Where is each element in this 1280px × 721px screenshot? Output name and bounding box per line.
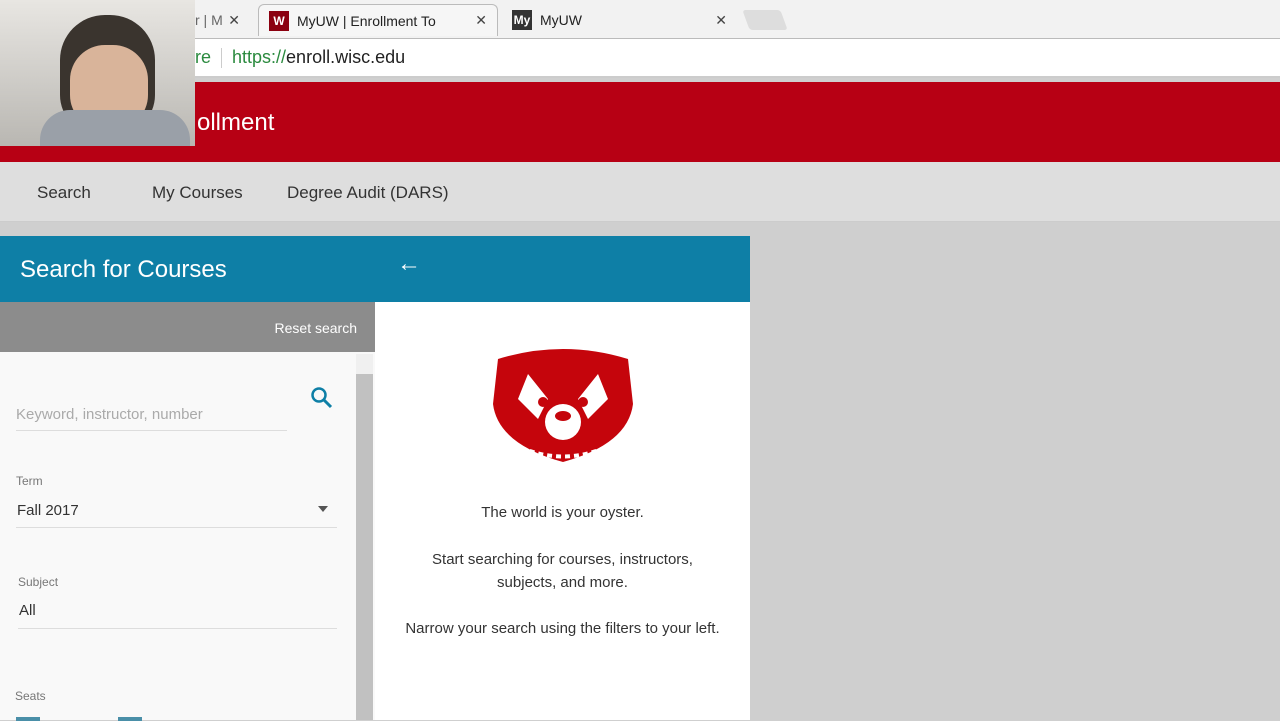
search-panel: Search for Courses Reset search Keyword,… bbox=[0, 236, 375, 721]
tab-label: MyUW | Enrollment To bbox=[297, 12, 436, 29]
url-host: enroll.wisc.edu bbox=[286, 47, 406, 67]
checkbox[interactable] bbox=[16, 717, 40, 721]
close-icon[interactable]: ✕ bbox=[715, 12, 727, 29]
subject-select[interactable]: All bbox=[19, 602, 36, 619]
close-icon[interactable]: ✕ bbox=[475, 12, 487, 29]
reset-search-button[interactable]: Reset search bbox=[275, 320, 357, 336]
nav-degree-audit[interactable]: Degree Audit (DARS) bbox=[287, 183, 449, 203]
webcam-overlay bbox=[0, 0, 195, 146]
url-scheme: https:// bbox=[232, 47, 287, 67]
term-label: Term bbox=[16, 474, 43, 488]
bucky-badger-logo-icon bbox=[492, 349, 633, 462]
reset-search-bar: Reset search bbox=[0, 302, 375, 352]
subject-label: Subject bbox=[18, 575, 59, 589]
results-panel: ← The world is your oyster. Start search… bbox=[375, 236, 750, 720]
scrollbar[interactable] bbox=[356, 354, 373, 720]
nav-my-courses[interactable]: My Courses bbox=[152, 183, 243, 203]
close-icon[interactable]: ✕ bbox=[228, 12, 240, 29]
back-arrow-icon[interactable]: ← bbox=[397, 250, 421, 277]
empty-message-narrow: Narrow your search using the filters to … bbox=[405, 620, 720, 637]
secure-label: re bbox=[195, 47, 212, 67]
search-icon[interactable] bbox=[309, 385, 333, 409]
checkbox[interactable] bbox=[118, 717, 142, 721]
keyword-input[interactable]: Keyword, instructor, number bbox=[16, 406, 203, 423]
uw-favicon-icon: W bbox=[269, 10, 289, 31]
search-panel-title: Search for Courses bbox=[0, 236, 375, 302]
dropdown-arrow-icon[interactable] bbox=[318, 506, 328, 517]
back-button[interactable]: ← bbox=[375, 236, 750, 302]
seats-label: Seats bbox=[15, 689, 46, 703]
empty-message-title: The world is your oyster. bbox=[481, 504, 644, 521]
tab-label: r | M bbox=[195, 12, 223, 28]
site-title: ollment bbox=[197, 109, 275, 136]
tab-enrollment[interactable]: W MyUW | Enrollment To ✕ bbox=[258, 4, 498, 36]
tab-label: MyUW bbox=[540, 12, 582, 28]
empty-message-start: Start searching for courses, instructors… bbox=[432, 551, 693, 591]
nav-search[interactable]: Search bbox=[37, 183, 91, 203]
tab-myuw[interactable]: My MyUW ✕ bbox=[502, 4, 737, 36]
new-tab-button[interactable] bbox=[742, 10, 788, 30]
term-select[interactable]: Fall 2017 bbox=[17, 502, 79, 519]
main-nav: Search My Courses Degree Audit (DARS) bbox=[0, 162, 1280, 222]
myuw-favicon-icon: My bbox=[512, 10, 532, 30]
